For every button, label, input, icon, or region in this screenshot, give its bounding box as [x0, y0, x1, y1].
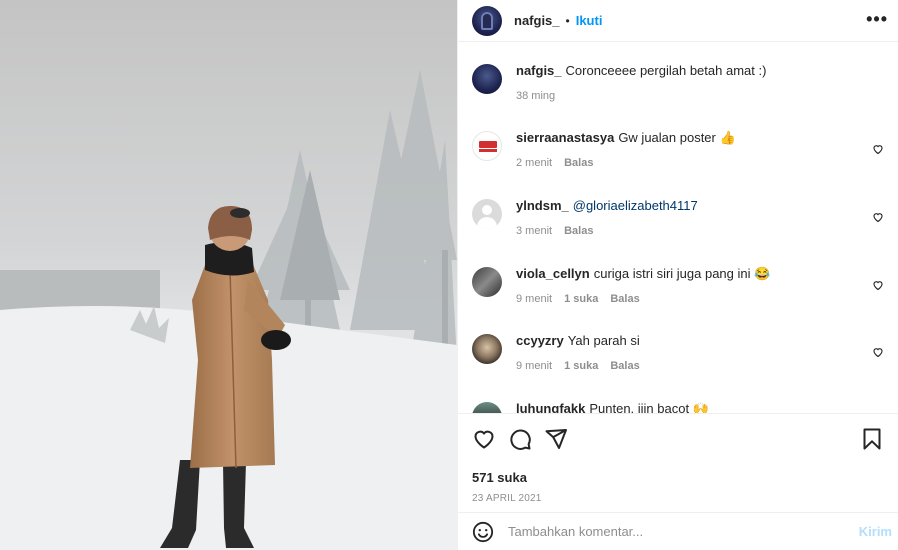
caption-avatar[interactable] [472, 64, 502, 94]
comment-time[interactable]: 9 menit [516, 293, 552, 305]
post-details-panel: nafgis_ • Ikuti ••• nafgis_ Coronceeee pe… [457, 0, 898, 550]
post-comment-button[interactable]: Kirim [859, 524, 892, 539]
comment-item: ylndsm_ @gloriaelizabeth4117 3 menit Bala… [472, 197, 884, 237]
comment-item: luhungfakk Punten, ijin bacot 🙌 [472, 400, 884, 413]
comment-like-icon[interactable] [872, 143, 884, 155]
caption: nafgis_ Coronceeee pergilah betah amat :)… [472, 62, 884, 102]
post-actions: 571 suka 23 APRIL 2021 [458, 413, 898, 504]
comment-username[interactable]: ylndsm_ [516, 198, 569, 213]
comment-text: Yah parah si [567, 333, 640, 348]
comment-text: Punten, ijin bacot 🙌 [589, 401, 709, 413]
more-options-icon[interactable]: ••• [866, 9, 888, 30]
reply-button[interactable]: Balas [564, 225, 593, 237]
reply-button[interactable]: Balas [610, 293, 639, 305]
separator-dot: • [565, 13, 570, 28]
comment-item: sierraanastasya Gw jualan poster 👍 2 meni… [472, 129, 884, 169]
photo-illustration [0, 0, 457, 550]
comment-username[interactable]: ccyyzry [516, 333, 564, 348]
comment-avatar[interactable] [472, 131, 502, 161]
comment-icon[interactable] [508, 427, 532, 451]
reply-button[interactable]: Balas [564, 157, 593, 169]
author-username[interactable]: nafgis_ [514, 13, 560, 28]
post-photo[interactable] [0, 0, 457, 550]
comment-composer: Kirim [458, 512, 898, 550]
comment-avatar[interactable] [472, 267, 502, 297]
comment-like-icon[interactable] [872, 346, 884, 358]
caption-username[interactable]: nafgis_ [516, 63, 562, 78]
comment-like-icon[interactable] [872, 279, 884, 291]
bookmark-icon[interactable] [860, 427, 884, 451]
reply-button[interactable]: Balas [610, 360, 639, 372]
comment-item: ccyyzry Yah parah si 9 menit 1 suka Balas [472, 332, 884, 372]
comment-text: Gw jualan poster 👍 [618, 130, 736, 145]
comments-list[interactable]: nafgis_ Coronceeee pergilah betah amat :)… [458, 43, 898, 413]
comment-avatar[interactable] [472, 402, 502, 413]
post-date[interactable]: 23 APRIL 2021 [472, 493, 884, 504]
comment-username[interactable]: luhungfakk [516, 401, 585, 413]
emoji-icon[interactable] [472, 521, 494, 543]
post-header: nafgis_ • Ikuti ••• [458, 0, 898, 42]
comment-mention-link[interactable]: @gloriaelizabeth4117 [573, 198, 698, 213]
send-icon[interactable] [544, 427, 568, 451]
comment-time[interactable]: 9 menit [516, 360, 552, 372]
heart-icon[interactable] [472, 427, 496, 451]
comment-like-icon[interactable] [872, 211, 884, 223]
comment-time[interactable]: 2 menit [516, 157, 552, 169]
comment-username[interactable]: viola_cellyn [516, 266, 590, 281]
likes-count[interactable]: 571 suka [472, 470, 884, 485]
comment-username[interactable]: sierraanastasya [516, 130, 614, 145]
comment-text: curiga istri siri juga pang ini 😂 [593, 266, 771, 281]
caption-text: Coronceeee pergilah betah amat :) [565, 63, 767, 78]
comment-avatar[interactable] [472, 334, 502, 364]
follow-button[interactable]: Ikuti [576, 13, 603, 28]
caption-time[interactable]: 38 ming [516, 90, 555, 102]
action-bar [472, 426, 884, 452]
comment-item: viola_cellyn curiga istri siri juga pang … [472, 265, 884, 305]
comment-likes[interactable]: 1 suka [564, 293, 598, 305]
comment-input[interactable] [508, 524, 859, 539]
author-avatar[interactable] [472, 5, 502, 36]
comment-likes[interactable]: 1 suka [564, 360, 598, 372]
comment-time[interactable]: 3 menit [516, 225, 552, 237]
comment-avatar[interactable] [472, 199, 502, 229]
